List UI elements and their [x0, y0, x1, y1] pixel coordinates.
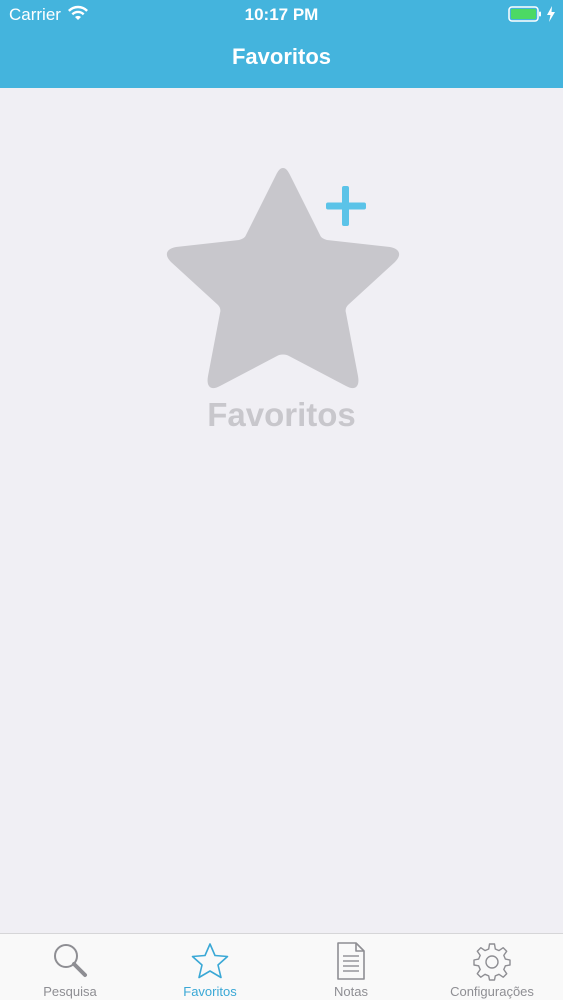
page-title: Favoritos — [231, 44, 332, 69]
empty-state: Favoritos — [0, 88, 563, 933]
tab-favoritos[interactable]: Favoritos — [140, 934, 280, 1000]
tab-label: Favoritos — [183, 984, 237, 999]
empty-state-label: Favoritos — [207, 396, 356, 433]
tab-label: Pesquisa — [43, 984, 97, 999]
tab-bar: Pesquisa Favoritos Notas Configurações — [0, 933, 563, 1000]
battery-charging-icon — [508, 6, 541, 22]
status-bar: Carrier 10:17 PM — [0, 0, 563, 30]
document-icon — [337, 942, 365, 980]
gear-icon — [473, 943, 511, 981]
navigation-bar: Carrier 10:17 PM Favoritos — [0, 0, 563, 88]
status-time: 10:17 PM — [244, 5, 319, 24]
search-icon — [54, 944, 87, 977]
star-icon — [191, 943, 229, 979]
tab-label: Notas — [334, 984, 368, 999]
plus-icon — [326, 186, 366, 226]
charging-bolt-icon — [547, 6, 555, 22]
tab-configuracoes[interactable]: Configurações — [422, 934, 562, 1000]
screen: Carrier 10:17 PM Favoritos Favoritos Pes… — [0, 0, 563, 1000]
tab-label: Configurações — [450, 984, 534, 999]
tab-pesquisa[interactable]: Pesquisa — [0, 934, 140, 1000]
tab-notas[interactable]: Notas — [281, 934, 421, 1000]
